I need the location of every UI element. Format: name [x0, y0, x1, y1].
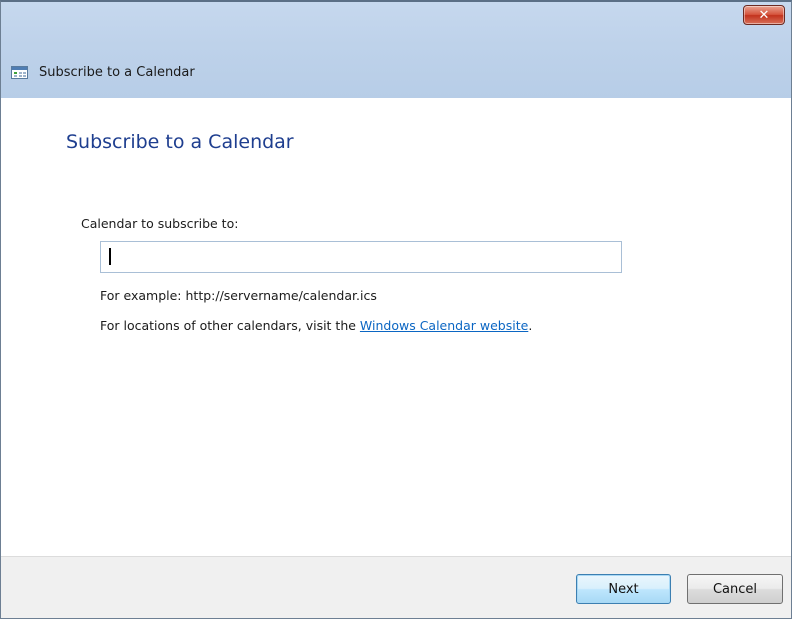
title-row: Subscribe to a Calendar [11, 62, 195, 82]
title-bar[interactable]: ✕ Subscribe to a Calendar [1, 2, 791, 98]
example-hint: For example: http://servername/calendar.… [100, 288, 377, 303]
locations-suffix: . [528, 318, 533, 333]
dialog-heading: Subscribe to a Calendar [66, 131, 294, 153]
dialog-content: Subscribe to a Calendar Calendar to subs… [1, 98, 791, 556]
window-title: Subscribe to a Calendar [39, 64, 195, 80]
calendar-icon [11, 65, 28, 79]
locations-hint: For locations of other calendars, visit … [100, 318, 532, 333]
close-button[interactable]: ✕ [743, 5, 785, 25]
next-button[interactable]: Next [576, 574, 671, 604]
subscribe-calendar-window: ✕ Subscribe to a Calendar Subscribe to a… [0, 0, 792, 619]
calendar-url-input[interactable] [100, 241, 622, 273]
button-bar: Next Cancel [1, 556, 791, 618]
locations-prefix: For locations of other calendars, visit … [100, 318, 360, 333]
text-caret [109, 248, 111, 265]
windows-calendar-website-link[interactable]: Windows Calendar website [360, 318, 528, 333]
calendar-url-label: Calendar to subscribe to: [81, 216, 239, 231]
cancel-button[interactable]: Cancel [687, 574, 783, 604]
close-icon: ✕ [758, 7, 770, 23]
